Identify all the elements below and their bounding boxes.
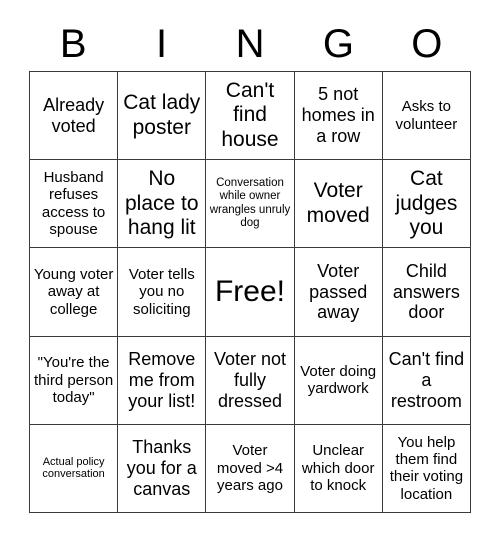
bingo-cell-r4c3[interactable]: Voter not fully dressed [206, 336, 295, 425]
bingo-cell-label: Can't find a restroom [388, 348, 465, 411]
bingo-cell-r3c1[interactable]: Young voter away at college [30, 248, 119, 337]
bingo-cell-label: Husband refuses access to spouse [41, 169, 106, 239]
bingo-cell-label: 5 not homes in a row [301, 84, 375, 147]
bingo-cell-label: You help them find their voting location [389, 433, 464, 503]
bingo-cell-label: Voter not fully dressed [213, 348, 287, 411]
bingo-cell-label: Unclear which door to knock [301, 442, 375, 495]
bingo-cell-free[interactable]: Free! [206, 248, 295, 337]
bingo-cell-label: Can't find house [221, 79, 279, 151]
bingo-cell-r3c2[interactable]: Voter tells you no soliciting [118, 248, 207, 337]
bingo-cell-r4c4[interactable]: Voter doing yardwork [294, 336, 383, 425]
bingo-cell-label: Asks to volunteer [395, 98, 458, 133]
bingo-cell-r1c3[interactable]: Can't find house [206, 72, 295, 161]
bingo-cell-r2c1[interactable]: Husband refuses access to spouse [30, 160, 119, 249]
bingo-header-letter-i: I [156, 22, 168, 66]
bingo-cell-r1c1[interactable]: Already voted [30, 72, 119, 161]
bingo-cell-label: Remove me from your list! [128, 348, 196, 411]
bingo-header-letter-o: O [411, 22, 443, 66]
bingo-cell-label: Voter moved >4 years ago [216, 442, 284, 495]
bingo-cell-label: No place to hang lit [125, 167, 199, 239]
bingo-cell-label: Actual policy conversation [42, 455, 105, 481]
bingo-header-letter-g: G [322, 22, 354, 66]
bingo-cell-label: "You're the third person today" [33, 354, 114, 406]
bingo-header-letter-n: N [235, 22, 265, 66]
bingo-cell-r1c2[interactable]: Cat lady poster [118, 72, 207, 161]
bingo-cell-label: Voter passed away [309, 260, 368, 323]
bingo-cell-r5c1[interactable]: Actual policy conversation [30, 424, 119, 513]
bingo-cell-r1c5[interactable]: Asks to volunteer [382, 72, 471, 161]
bingo-cell-r2c2[interactable]: No place to hang lit [118, 160, 207, 249]
bingo-header-letter-b: B [59, 22, 87, 66]
bingo-cell-label: Voter tells you no soliciting [128, 265, 195, 318]
bingo-cell-label: Thanks you for a canvas [126, 437, 197, 499]
bingo-cell-label: Already voted [43, 94, 105, 136]
bingo-cell-r4c5[interactable]: Can't find a restroom [382, 336, 471, 425]
bingo-cell-r3c5[interactable]: Child answers door [382, 248, 471, 337]
bingo-cell-r5c4[interactable]: Unclear which door to knock [294, 424, 383, 513]
bingo-cell-r2c4[interactable]: Voter moved [294, 160, 383, 249]
bingo-cell-label: Conversation while owner wrangles unruly… [209, 177, 291, 230]
bingo-cell-r1c4[interactable]: 5 not homes in a row [294, 72, 383, 161]
bingo-cell-label: Cat lady poster [123, 91, 201, 139]
bingo-cell-r5c5[interactable]: You help them find their voting location [382, 424, 471, 513]
bingo-grid: Already voted Cat lady poster Can't find h… [29, 71, 471, 513]
bingo-card: B I N G O Already voted Cat lady poster Can't … [0, 0, 500, 544]
bingo-cell-label: Free! [214, 274, 285, 308]
bingo-cell-label: Child answers door [392, 260, 460, 323]
bingo-cell-label: Voter doing yardwork [300, 362, 377, 398]
bingo-cell-r4c1[interactable]: "You're the third person today" [30, 336, 119, 425]
bingo-cell-r4c2[interactable]: Remove me from your list! [118, 336, 207, 425]
bingo-cell-label: Young voter away at college [33, 265, 114, 318]
bingo-header: BINGO [29, 18, 471, 70]
bingo-cell-r3c4[interactable]: Voter passed away [294, 248, 383, 337]
bingo-cell-label: Cat judges you [395, 167, 458, 239]
bingo-cell-r2c5[interactable]: Cat judges you [382, 160, 471, 249]
bingo-cell-r2c3[interactable]: Conversation while owner wrangles unruly… [206, 160, 295, 249]
bingo-cell-r5c2[interactable]: Thanks you for a canvas [118, 424, 207, 513]
bingo-cell-label: Voter moved [306, 179, 370, 227]
bingo-cell-r5c3[interactable]: Voter moved >4 years ago [206, 424, 295, 513]
